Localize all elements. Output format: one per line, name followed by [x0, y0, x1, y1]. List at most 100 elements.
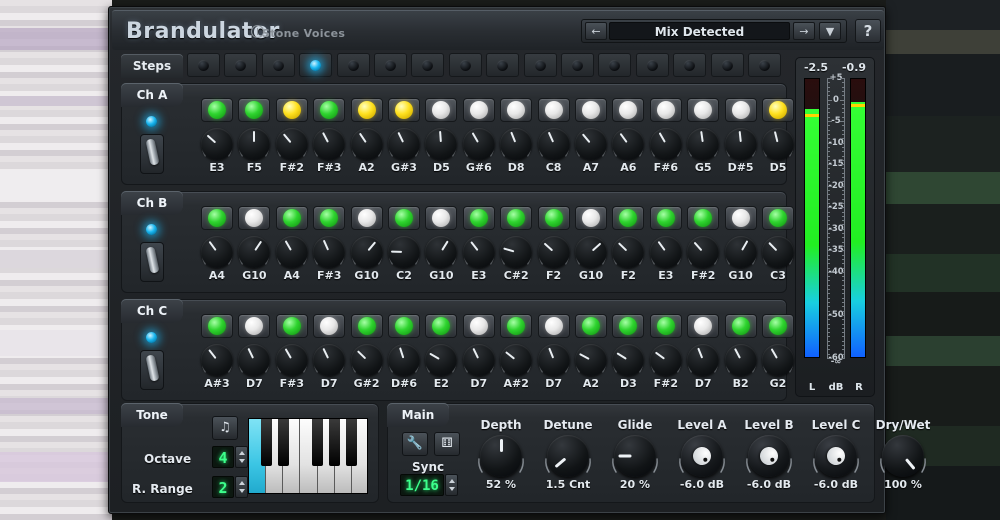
help-button[interactable]: ? — [855, 19, 881, 43]
step-button-9[interactable] — [486, 53, 520, 77]
note-knob-10[interactable]: D7 — [535, 344, 573, 390]
note-toggle-5[interactable] — [350, 314, 383, 338]
note-knob-15[interactable]: G10 — [722, 236, 760, 282]
note-knob-9[interactable]: A#2 — [497, 344, 535, 390]
note-knob-8[interactable]: E3 — [460, 236, 498, 282]
note-knob-16[interactable]: D5 — [759, 128, 797, 174]
step-button-8[interactable] — [448, 53, 482, 77]
note-toggle-11[interactable] — [575, 98, 607, 122]
note-toggle-7[interactable] — [425, 98, 458, 122]
step-button-4[interactable] — [299, 53, 333, 77]
channel-enable-toggle[interactable] — [140, 350, 164, 390]
note-toggle-14[interactable] — [687, 314, 720, 338]
note-toggle-11[interactable] — [575, 314, 607, 338]
preset-next-button[interactable]: → — [793, 22, 815, 40]
note-knob-3[interactable]: A4 — [273, 236, 311, 282]
note-toggle-10[interactable] — [537, 314, 570, 338]
knob-glide[interactable]: Glide 20 % — [606, 418, 664, 491]
piano-black-key-3[interactable] — [312, 419, 324, 466]
note-toggle-2[interactable] — [238, 98, 271, 122]
channel-tab[interactable]: Ch A — [121, 83, 183, 107]
note-knob-5[interactable]: A2 — [348, 128, 386, 174]
note-toggle-9[interactable] — [500, 206, 533, 230]
piano-black-key-1[interactable] — [260, 419, 272, 466]
step-button-6[interactable] — [374, 53, 407, 77]
note-toggle-13[interactable] — [649, 98, 682, 122]
note-toggle-1[interactable] — [201, 206, 233, 230]
note-toggle-3[interactable] — [275, 98, 308, 122]
note-knob-4[interactable]: F#3 — [310, 128, 348, 174]
note-toggle-10[interactable] — [537, 98, 570, 122]
note-knob-4[interactable]: D7 — [310, 344, 348, 390]
note-toggle-15[interactable] — [724, 98, 757, 122]
note-toggle-16[interactable] — [762, 314, 794, 338]
note-knob-8[interactable]: G#6 — [460, 128, 498, 174]
note-knob-6[interactable]: D#6 — [385, 344, 423, 390]
note-knob-15[interactable]: D#5 — [722, 128, 760, 174]
note-toggle-7[interactable] — [425, 206, 458, 230]
preset-menu-button[interactable]: ▼ — [819, 22, 841, 40]
octave-value[interactable]: 4 — [212, 446, 234, 468]
note-toggle-2[interactable] — [238, 314, 271, 338]
note-toggle-4[interactable] — [313, 206, 346, 230]
knob-depth[interactable]: Depth 52 % — [472, 418, 530, 491]
note-toggle-15[interactable] — [724, 314, 757, 338]
note-knob-10[interactable]: C8 — [535, 128, 573, 174]
channel-tab[interactable]: Ch C — [121, 299, 183, 323]
note-toggle-12[interactable] — [612, 206, 645, 230]
note-toggle-9[interactable] — [500, 98, 533, 122]
preset-name-display[interactable]: Mix Detected — [609, 22, 790, 40]
piano-keyboard[interactable] — [248, 418, 368, 494]
range-stepper[interactable] — [235, 476, 248, 498]
step-button-5[interactable] — [336, 53, 370, 77]
note-toggle-16[interactable] — [762, 98, 794, 122]
step-button-16[interactable] — [748, 53, 781, 77]
note-knob-1[interactable]: A#3 — [198, 344, 236, 390]
step-button-2[interactable] — [224, 53, 258, 77]
step-button-14[interactable] — [673, 53, 707, 77]
note-toggle-14[interactable] — [687, 206, 720, 230]
note-knob-3[interactable]: F#3 — [273, 344, 311, 390]
note-toggle-4[interactable] — [313, 314, 346, 338]
knob-detune[interactable]: Detune 1.5 Cnt — [539, 418, 597, 491]
note-knob-12[interactable]: F2 — [609, 236, 647, 282]
note-toggle-6[interactable] — [388, 314, 420, 338]
note-knob-2[interactable]: D7 — [235, 344, 273, 390]
step-button-15[interactable] — [710, 53, 744, 77]
note-toggle-8[interactable] — [462, 98, 495, 122]
note-toggle-6[interactable] — [388, 206, 420, 230]
piano-black-key-5[interactable] — [346, 419, 358, 466]
note-toggle-8[interactable] — [462, 206, 495, 230]
step-button-11[interactable] — [561, 53, 594, 77]
note-knob-6[interactable]: C2 — [385, 236, 423, 282]
note-knob-2[interactable]: F5 — [235, 128, 273, 174]
piano-black-key-2[interactable] — [277, 419, 289, 466]
wrench-icon-button[interactable]: 🔧 — [402, 432, 428, 456]
note-toggle-2[interactable] — [238, 206, 271, 230]
note-toggle-1[interactable] — [201, 98, 233, 122]
note-knob-13[interactable]: F#2 — [647, 344, 685, 390]
note-knob-14[interactable]: F#2 — [684, 236, 722, 282]
knob-level-c[interactable]: Level C -6.0 dB — [807, 418, 865, 491]
note-knob-7[interactable]: G10 — [422, 236, 460, 282]
note-knob-13[interactable]: E3 — [647, 236, 685, 282]
note-toggle-5[interactable] — [350, 98, 383, 122]
note-knob-3[interactable]: F#2 — [273, 128, 311, 174]
note-knob-14[interactable]: D7 — [684, 344, 722, 390]
note-knob-11[interactable]: A7 — [572, 128, 610, 174]
note-knob-13[interactable]: F#6 — [647, 128, 685, 174]
note-knob-12[interactable]: A6 — [609, 128, 647, 174]
sync-value[interactable]: 1/16 — [400, 474, 444, 496]
knob-dry-wet[interactable]: Dry/Wet 100 % — [874, 418, 932, 491]
music-note-icon-button[interactable]: ♫ — [212, 416, 238, 440]
note-toggle-14[interactable] — [687, 98, 720, 122]
step-button-13[interactable] — [635, 53, 669, 77]
note-knob-16[interactable]: G2 — [759, 344, 797, 390]
note-knob-16[interactable]: C3 — [759, 236, 797, 282]
note-toggle-16[interactable] — [762, 206, 794, 230]
note-toggle-13[interactable] — [649, 314, 682, 338]
note-toggle-1[interactable] — [201, 314, 233, 338]
note-knob-8[interactable]: D7 — [460, 344, 498, 390]
note-knob-6[interactable]: G#3 — [385, 128, 423, 174]
knob-level-b[interactable]: Level B -6.0 dB — [740, 418, 798, 491]
